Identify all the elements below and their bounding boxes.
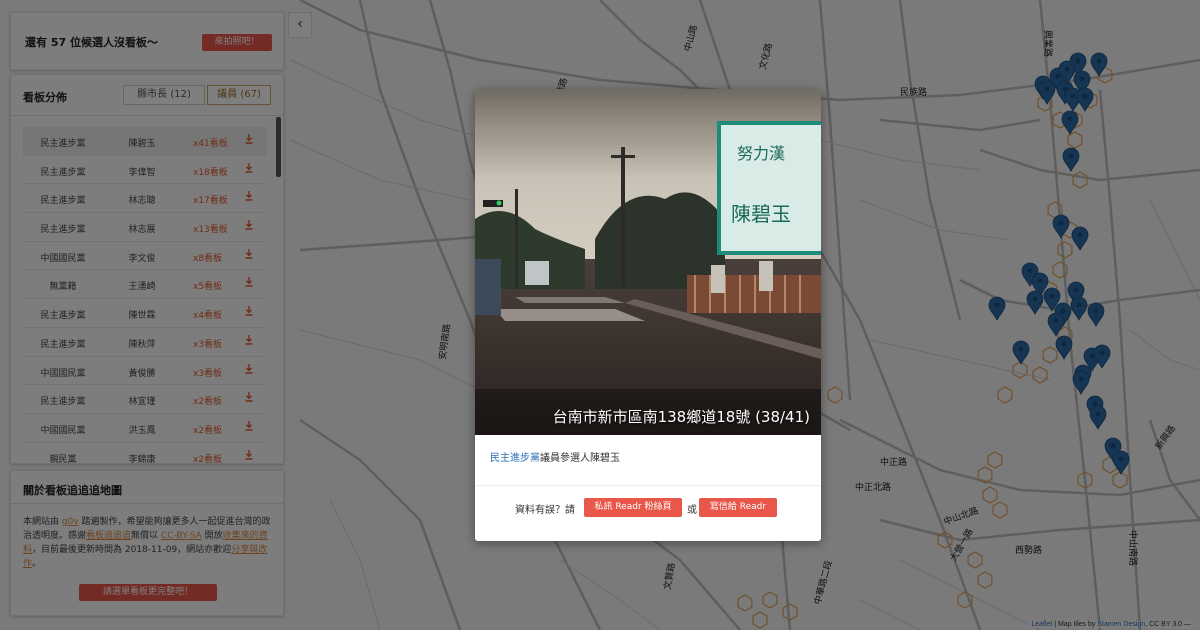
billboard-slogan: 努力漢: [737, 144, 785, 163]
divider: [475, 485, 821, 486]
street-photo-image: 努力漢 陳碧玉: [475, 89, 821, 435]
message-readr-fanpage-button[interactable]: 私訊 Readr 粉絲頁: [584, 498, 682, 517]
candidate-description-text: 議員參選人陳碧玉: [540, 453, 620, 464]
report-error-bar: 資料有誤？請 私訊 Readr 粉絲頁 或 寫信給 Readr: [475, 498, 821, 518]
billboard-photo: 努力漢 陳碧玉 台南市新市區南138鄉道18號 (38/41): [475, 89, 821, 435]
billboard-name: 陳碧玉: [731, 202, 791, 226]
email-readr-button[interactable]: 寫信給 Readr: [699, 498, 777, 517]
photo-caption: 台南市新市區南138鄉道18號 (38/41): [552, 408, 810, 426]
party-link[interactable]: 民主進步黨: [490, 453, 540, 464]
report-question: 資料有誤？請: [515, 505, 575, 516]
billboard-modal: 努力漢 陳碧玉 台南市新市區南138鄉道18號 (38/41) 民主進步黨議員參…: [475, 89, 821, 541]
or-text: 或: [687, 505, 697, 516]
candidate-description: 民主進步黨議員參選人陳碧玉: [490, 449, 620, 464]
